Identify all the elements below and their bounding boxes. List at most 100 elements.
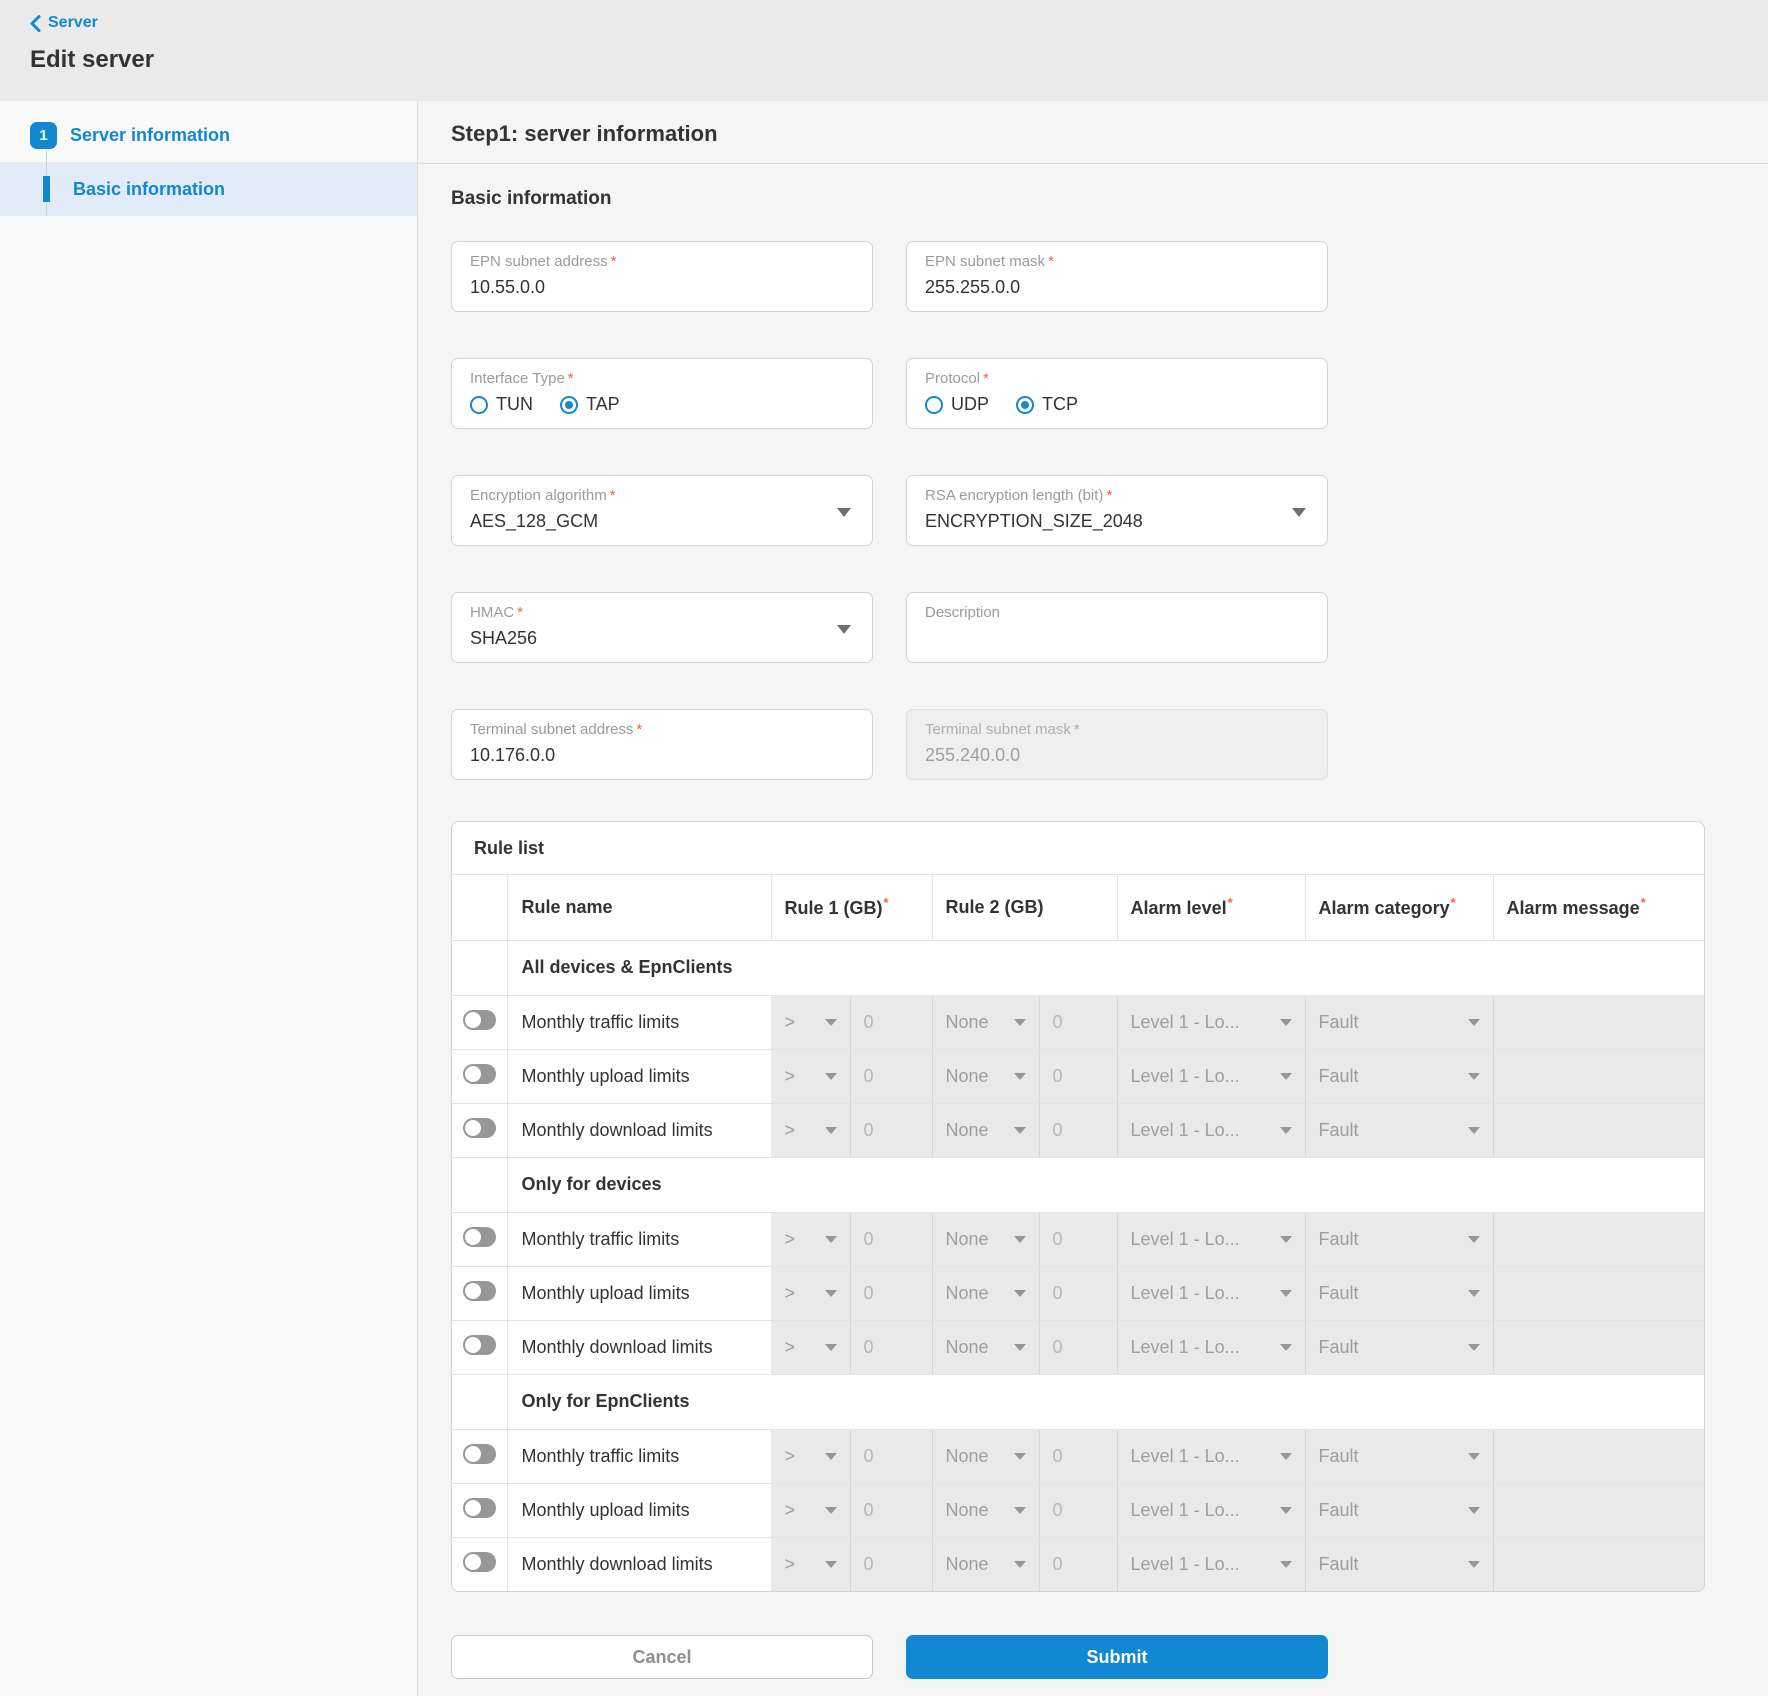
active-indicator-bar <box>43 176 50 202</box>
sidebar-item-basic-information[interactable]: Basic information <box>0 162 417 216</box>
column-header-label: Alarm category <box>1319 898 1450 918</box>
rule2-operator-select-value: None <box>946 1066 989 1087</box>
rule-table: Rule nameRule 1 (GB)*Rule 2 (GB)Alarm le… <box>452 875 1704 1591</box>
toggle-knob <box>465 1120 481 1136</box>
rule2-operator-select-wrap: None <box>946 1066 1026 1087</box>
select-value[interactable]: SHA256 <box>470 628 854 649</box>
alarm-category-select: Fault <box>1305 1103 1493 1157</box>
radio-tap[interactable]: TAP <box>560 394 620 415</box>
top-header: Server Edit server <box>0 0 1768 101</box>
field-input-value[interactable]: 255.255.0.0 <box>925 277 1309 298</box>
rule-toggle[interactable] <box>463 1281 496 1301</box>
group-header-row: All devices & EpnClients <box>452 940 1704 995</box>
rule-row: Monthly traffic limits>0None0Level 1 - L… <box>452 1212 1704 1266</box>
field-hmac[interactable]: HMAC*SHA256 <box>451 592 873 663</box>
rule1-operator-select-value: > <box>785 1012 796 1033</box>
sidebar-item-server-information[interactable]: 1 Server information <box>0 113 417 158</box>
alarm-message-input <box>1493 1320 1704 1374</box>
rule-toggle[interactable] <box>463 1064 496 1084</box>
field-label-text: EPN subnet mask <box>925 253 1045 270</box>
radio-tcp[interactable]: TCP <box>1016 394 1078 415</box>
alarm-category-select-value: Fault <box>1319 1283 1359 1304</box>
rule1-operator-select: > <box>771 1483 850 1537</box>
alarm-level-select-value: Level 1 - Lo... <box>1131 1554 1240 1575</box>
radio-unselected-icon[interactable] <box>925 396 943 414</box>
toggle-knob <box>465 1500 481 1516</box>
rule-row: Monthly traffic limits>0None0Level 1 - L… <box>452 1429 1704 1483</box>
select-value[interactable]: AES_128_GCM <box>470 511 854 532</box>
field-input-value[interactable]: 10.176.0.0 <box>470 745 854 766</box>
action-bar: Cancel Submit <box>451 1635 1768 1679</box>
field-epn-subnet-address[interactable]: EPN subnet address*10.55.0.0 <box>451 241 873 312</box>
rule1-operator-select-wrap: > <box>785 1066 837 1087</box>
alarm-level-select: Level 1 - Lo... <box>1117 1537 1305 1591</box>
rule-toggle[interactable] <box>463 1010 496 1030</box>
alarm-level-select-wrap: Level 1 - Lo... <box>1131 1554 1292 1575</box>
required-asterisk: * <box>611 253 617 270</box>
rule1-operator-select-value: > <box>785 1066 796 1087</box>
radio-udp[interactable]: UDP <box>925 394 989 415</box>
rule-toggle[interactable] <box>463 1335 496 1355</box>
rule1-operator-select-wrap: > <box>785 1283 837 1304</box>
field-label-text: Description <box>925 604 1000 621</box>
field-terminal-subnet-address[interactable]: Terminal subnet address*10.176.0.0 <box>451 709 873 780</box>
alarm-level-select-wrap: Level 1 - Lo... <box>1131 1066 1292 1087</box>
rule-toggle[interactable] <box>463 1444 496 1464</box>
rule2-operator-select: None <box>932 1537 1039 1591</box>
dropdown-caret-icon <box>1014 1073 1026 1080</box>
field-description[interactable]: Description <box>906 592 1328 663</box>
radio-selected-icon[interactable] <box>1016 396 1034 414</box>
cancel-button[interactable]: Cancel <box>451 1635 873 1679</box>
radio-tun[interactable]: TUN <box>470 394 533 415</box>
alarm-category-select-value: Fault <box>1319 1446 1359 1467</box>
rule-name: Monthly download limits <box>507 1537 771 1591</box>
rule2-operator-select-wrap: None <box>946 1554 1026 1575</box>
rule-toggle[interactable] <box>463 1552 496 1572</box>
back-link[interactable]: Server <box>30 14 98 32</box>
alarm-category-select-wrap: Fault <box>1319 1120 1480 1141</box>
rule-row: Monthly download limits>0None0Level 1 - … <box>452 1537 1704 1591</box>
alarm-level-select: Level 1 - Lo... <box>1117 1212 1305 1266</box>
alarm-level-select: Level 1 - Lo... <box>1117 1049 1305 1103</box>
dropdown-caret-icon <box>837 625 851 634</box>
field-rsa-encryption-length-bit[interactable]: RSA encryption length (bit)*ENCRYPTION_S… <box>906 475 1328 546</box>
select-value[interactable]: ENCRYPTION_SIZE_2048 <box>925 511 1309 532</box>
dropdown-caret-icon <box>1014 1453 1026 1460</box>
alarm-category-select: Fault <box>1305 995 1493 1049</box>
radio-unselected-icon[interactable] <box>470 396 488 414</box>
rule-toggle[interactable] <box>463 1498 496 1518</box>
group-toggle-cell <box>452 1374 507 1429</box>
rule1-operator-select-wrap: > <box>785 1554 837 1575</box>
dropdown-caret-icon <box>825 1019 837 1026</box>
field-input-value[interactable]: 10.55.0.0 <box>470 277 854 298</box>
rule-name: Monthly traffic limits <box>507 995 771 1049</box>
rule1-value-input: 0 <box>850 995 932 1049</box>
alarm-level-select-value: Level 1 - Lo... <box>1131 1120 1240 1141</box>
field-interface-type[interactable]: Interface Type* TUN TAP <box>451 358 873 429</box>
rule-toggle[interactable] <box>463 1227 496 1247</box>
rule1-operator-select-wrap: > <box>785 1012 837 1033</box>
content: Basic information EPN subnet address*10.… <box>418 164 1768 1679</box>
field-input-value[interactable] <box>925 628 1309 649</box>
rule2-value-input: 0 <box>1039 1212 1117 1266</box>
field-label: Interface Type* <box>470 370 854 387</box>
column-header-label: Alarm level <box>1131 898 1227 918</box>
radio-label: TCP <box>1042 394 1078 415</box>
rule1-operator-select-value: > <box>785 1120 796 1141</box>
required-asterisk: * <box>517 604 523 621</box>
rule-toggle-cell <box>452 1320 507 1374</box>
submit-button[interactable]: Submit <box>906 1635 1328 1679</box>
rule1-operator-select-wrap: > <box>785 1446 837 1467</box>
field-epn-subnet-mask[interactable]: EPN subnet mask*255.255.0.0 <box>906 241 1328 312</box>
field-encryption-algorithm[interactable]: Encryption algorithm*AES_128_GCM <box>451 475 873 546</box>
radio-selected-icon[interactable] <box>560 396 578 414</box>
rule-toggle-cell <box>452 1483 507 1537</box>
field-protocol[interactable]: Protocol*UDPTCP <box>906 358 1328 429</box>
field-label-text: RSA encryption length (bit) <box>925 487 1103 504</box>
rule1-value-input: 0 <box>850 1212 932 1266</box>
alarm-category-select: Fault <box>1305 1429 1493 1483</box>
rule-row: Monthly upload limits>0None0Level 1 - Lo… <box>452 1483 1704 1537</box>
dropdown-caret-icon <box>1014 1344 1026 1351</box>
dropdown-caret-icon <box>1468 1236 1480 1243</box>
rule-toggle[interactable] <box>463 1118 496 1138</box>
